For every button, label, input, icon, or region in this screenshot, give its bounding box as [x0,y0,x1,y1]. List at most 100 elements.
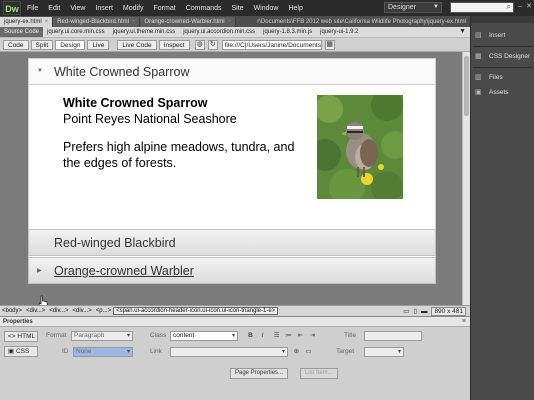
tag-div[interactable]: <div...> [47,308,70,314]
accordion-header-orange-crowned-warbler[interactable]: ▶ Orange-crowned Warbler [28,257,436,284]
insert-panel-label: Insert [489,32,506,39]
live-view-button[interactable]: Live [87,39,110,50]
address-field[interactable]: file:///C|/Users/Janine/Documents/Bi [221,39,322,50]
menu-insert[interactable]: Insert [95,5,113,12]
sparrow-photo [317,95,403,199]
triangle-down-icon: ▼ [37,68,43,74]
globe-icon[interactable]: ◍ [194,39,205,50]
chevron-down-icon: ▾ [126,349,130,355]
tag-div[interactable]: <div...> [24,308,47,314]
design-view-button[interactable]: Design [55,39,86,50]
outdent-icon[interactable]: ⇤ [296,331,305,340]
code-view-button[interactable]: Code [3,39,29,50]
refresh-icon[interactable]: ↻ [207,39,218,50]
chevron-down-icon: ▾ [126,333,130,339]
tablet-icon[interactable]: ▯ [413,307,417,315]
list-item-button[interactable]: List Item... [300,368,338,379]
related-file[interactable]: jquery-1.8.3.min.js [259,29,316,35]
split-view-button[interactable]: Split [30,39,54,50]
close-icon[interactable]: × [132,19,136,25]
chevron-down-icon: ▼ [433,4,439,10]
panel-menu-icon[interactable]: ≡ [462,317,466,327]
menu-window[interactable]: Window [254,5,279,12]
format-select[interactable]: Paragraph ▾ [71,331,133,341]
hand-cursor-icon [38,295,48,305]
panel-dock: ▤ Insert ▦ CSS Designer ▥ Files ▣ Assets [470,16,534,400]
assets-label: Assets [489,89,509,96]
tab-orange-crowned-warbler[interactable]: Orange-crowned-Warbler.html × [140,17,237,27]
html-mode-button[interactable]: <> HTML [4,331,38,342]
tag-p[interactable]: <p...> [94,308,113,314]
inspect-button[interactable]: Inspect [158,39,190,50]
vertical-scrollbar[interactable] [462,52,470,305]
workspace-switcher[interactable]: Designer ▼ [384,2,442,13]
tag-body[interactable]: <body> [0,308,24,314]
tab-jquery-ex[interactable]: jquery-ex.html × [0,17,54,27]
related-files-bar: Source Code jquery.ui.core.min.css jquer… [0,27,470,38]
point-to-file-icon[interactable]: ⊕ [292,347,301,356]
menu-view[interactable]: View [70,5,85,12]
related-file[interactable]: jquery.ui.core.min.css [43,29,109,35]
window-size-icon[interactable]: ▭ [403,307,409,315]
menu-site[interactable]: Site [232,5,244,12]
target-select[interactable]: ▾ [364,347,404,357]
menu-commands[interactable]: Commands [186,5,222,12]
unordered-list-icon[interactable]: ☰ [272,331,281,340]
page-properties-button[interactable]: Page Properties... [230,368,289,379]
related-file[interactable]: jquery-ui-1.9.2 [316,29,362,35]
tab-label: Red-winged-Blackbird.html [57,19,129,25]
menu-edit[interactable]: Edit [48,5,60,12]
related-source-code[interactable]: Source Code [0,27,44,37]
properties-panel: Properties ≡ <> HTML ▣ CSS Format Paragr… [0,316,470,400]
tag-div[interactable]: <div...> [71,308,94,314]
related-file[interactable]: jquery.ui.theme.min.css [109,29,180,35]
accordion-header-red-winged-blackbird[interactable]: Red-winged Blackbird [28,229,436,256]
indent-icon[interactable]: ⇥ [308,331,317,340]
menu-help[interactable]: Help [288,5,302,12]
menu-modify[interactable]: Modify [123,5,144,12]
tab-red-winged-blackbird[interactable]: Red-winged-Blackbird.html × [53,17,141,27]
dock-divider [473,46,533,47]
menu-format[interactable]: Format [154,5,176,12]
files-panel-tab[interactable]: ▥ Files [475,71,531,85]
italic-icon[interactable]: I [258,331,267,340]
css-designer-panel-tab[interactable]: ▦ CSS Designer [475,50,531,64]
menu-file[interactable]: File [27,5,38,12]
id-select[interactable]: None ▾ [73,347,133,357]
css-designer-label: CSS Designer [489,53,531,60]
title-field[interactable] [364,331,422,341]
search-input[interactable]: ⌕ [450,2,514,13]
filter-icon[interactable]: ▼ [459,28,466,35]
css-designer-icon: ▦ [475,53,482,60]
grid-icon[interactable]: ▦ [324,39,335,50]
link-field[interactable]: ▾ [170,347,288,357]
related-file[interactable]: jquery.ui.accordion.min.css [179,29,259,35]
bird-location: Point Reyes National Seashore [63,112,237,126]
live-code-button[interactable]: Live Code [117,39,157,50]
dock-grip[interactable] [471,16,534,23]
link-label: Link [150,348,162,355]
insert-panel-tab[interactable]: ▤ Insert [475,29,531,43]
browse-folder-icon[interactable]: ▭ [304,347,313,356]
class-select[interactable]: content ▾ [170,331,238,341]
scrollbar-thumb[interactable] [464,56,469,116]
accordion-header-open[interactable]: ▼ White Crowned Sparrow [28,58,436,85]
css-mode-button[interactable]: ▣ CSS [4,346,38,357]
accordion-header-label: White Crowned Sparrow [54,65,190,79]
triangle-right-icon: ▶ [37,268,42,274]
window-dimensions[interactable]: 890 x 481 [431,306,466,316]
class-value: content [173,332,195,339]
close-icon[interactable]: × [228,19,232,25]
ordered-list-icon[interactable]: ≔ [284,331,293,340]
close-icon[interactable]: ✕ [524,2,534,12]
desktop-icon[interactable]: ▬ [421,308,428,315]
tag-span-selected[interactable]: <span.ui-accordion-header-icon.ui-icon.u… [113,307,279,315]
bird-description: Prefers high alpine meadows, tundra, and… [63,140,295,170]
title-label: Title [344,332,357,339]
accordion-header-label: Red-winged Blackbird [54,236,176,250]
close-icon[interactable]: × [45,19,49,25]
assets-panel-tab[interactable]: ▣ Assets [475,86,531,100]
html-mode-label: HTML [17,333,36,340]
bold-icon[interactable]: B [246,331,255,340]
id-value: None [76,348,92,355]
